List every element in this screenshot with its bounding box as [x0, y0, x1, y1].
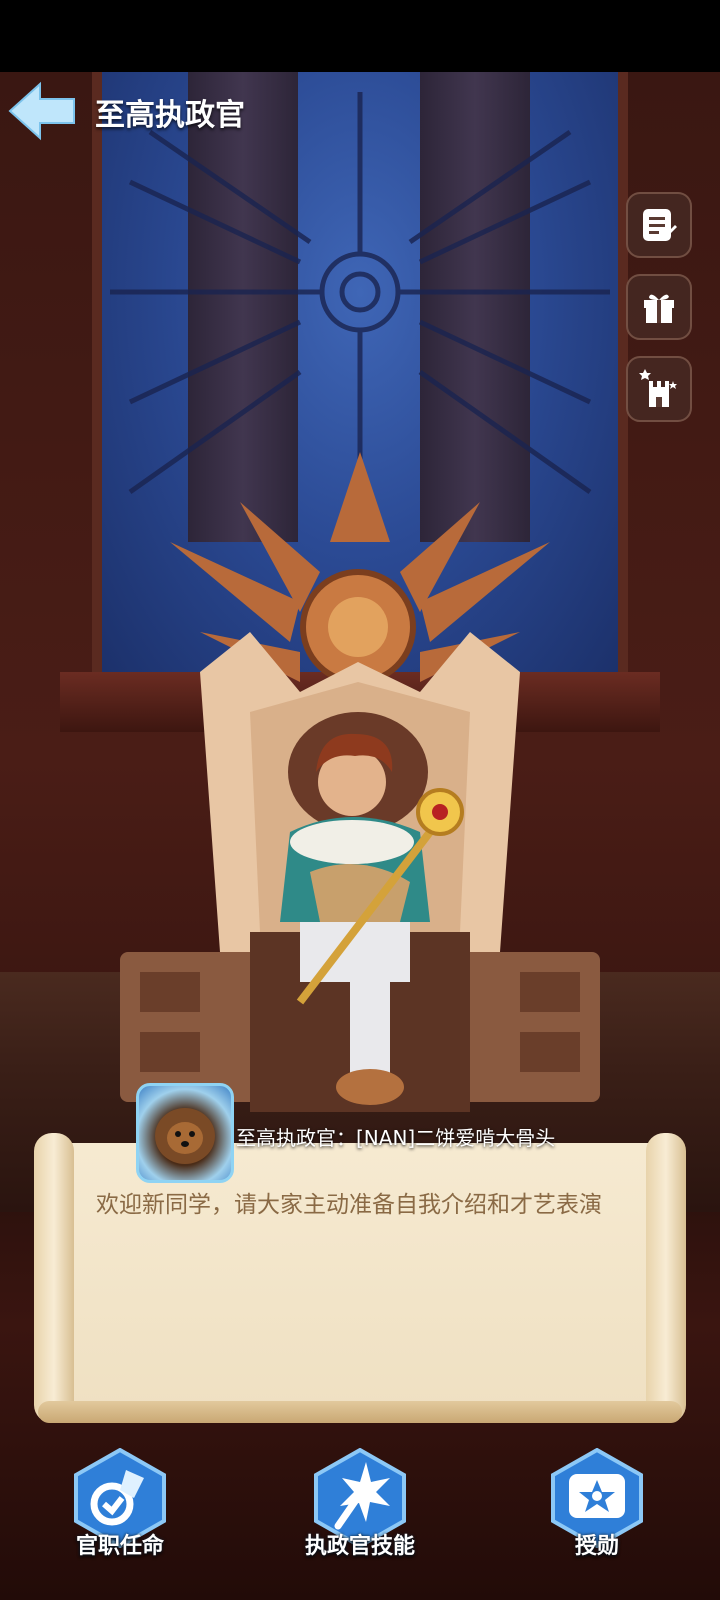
castle-button[interactable] — [626, 356, 692, 422]
notes-icon — [643, 209, 677, 241]
appoint-button[interactable]: 官职任命 — [45, 1448, 195, 1568]
scroll-roll-bottom — [38, 1401, 682, 1423]
scroll-paper — [70, 1143, 650, 1413]
scroll-roll-right — [646, 1133, 686, 1423]
medal-button[interactable]: 授勋 — [522, 1448, 672, 1568]
status-bar — [0, 0, 720, 72]
castle-icon — [639, 369, 677, 407]
avatar[interactable] — [136, 1083, 234, 1183]
notes-button[interactable] — [626, 192, 692, 258]
speaker-name: 至高执政官：[NAN]二饼爱啃大骨头 — [236, 1126, 556, 1150]
gift-button[interactable] — [626, 274, 692, 340]
announcement-message: 欢迎新同学，请大家主动准备自我介绍和才艺表演 — [96, 1192, 602, 1218]
announcement-scroll — [30, 1133, 690, 1433]
back-arrow-icon — [8, 81, 75, 141]
scroll-roll-left — [34, 1133, 74, 1423]
page-title: 至高执政官 — [95, 98, 245, 133]
back-button[interactable] — [8, 80, 78, 142]
medal-label: 授勋 — [574, 1534, 619, 1559]
consul-skill-button[interactable]: 执政官技能 — [285, 1448, 435, 1568]
consul-skill-label: 执政官技能 — [304, 1534, 415, 1559]
appoint-label: 官职任命 — [75, 1534, 164, 1559]
header-bar: 至高执政官 — [0, 72, 720, 152]
dog-avatar-icon — [155, 1108, 215, 1164]
gift-icon — [644, 294, 674, 323]
